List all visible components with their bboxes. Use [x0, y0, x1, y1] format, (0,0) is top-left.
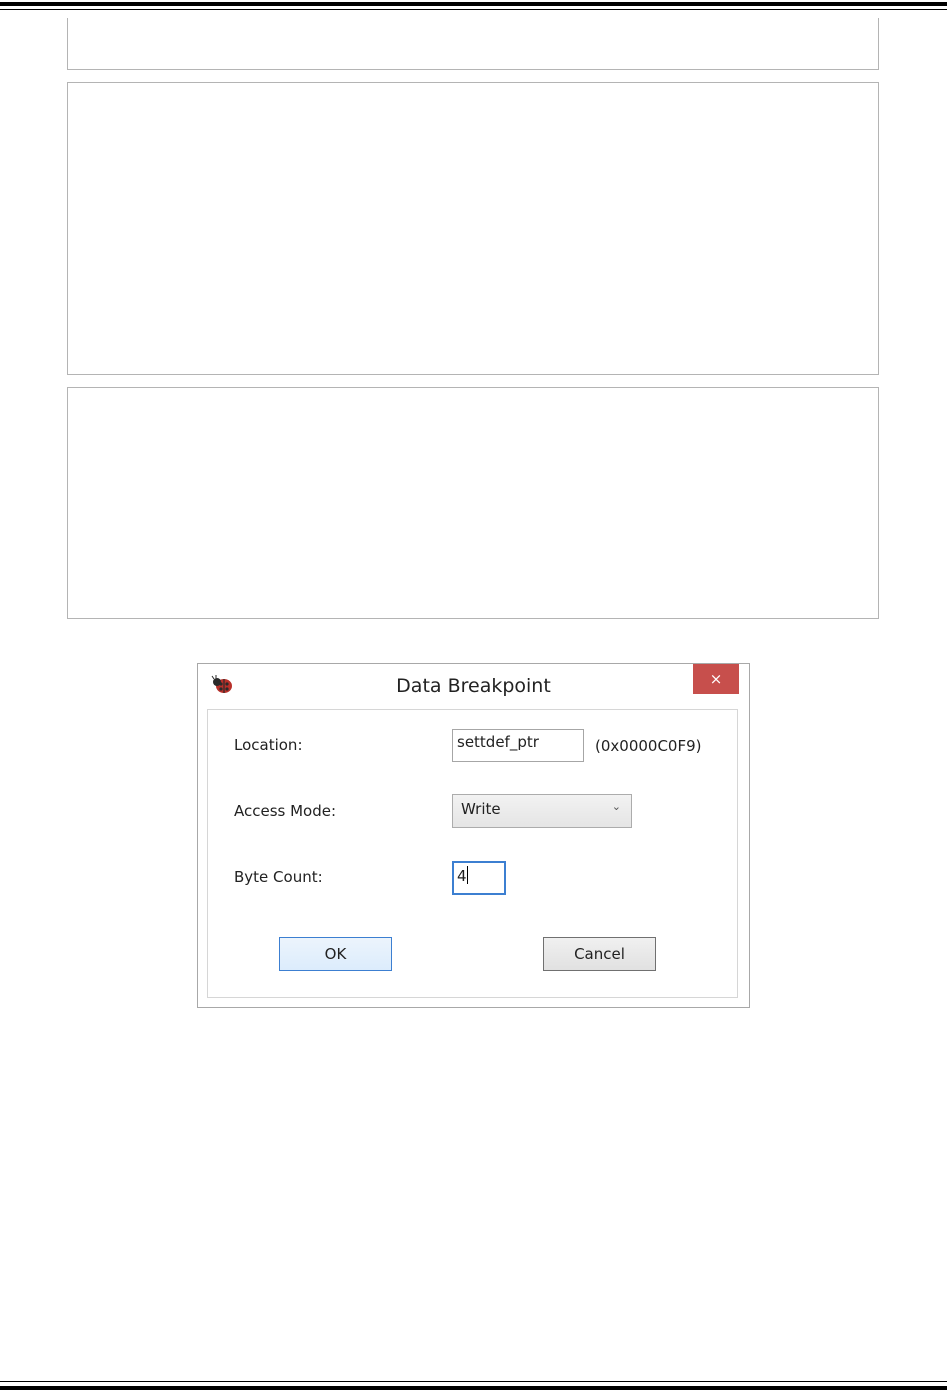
- byte-count-value: 4: [457, 867, 467, 885]
- top-rule-thin: [0, 9, 947, 10]
- location-address: (0x0000C0F9): [595, 737, 702, 755]
- dialog-body: Location: settdef_ptr (0x0000C0F9) Acces…: [207, 709, 738, 998]
- text-caret: [466, 866, 468, 884]
- location-input[interactable]: settdef_ptr: [452, 729, 584, 762]
- content-panel-3: [67, 387, 879, 619]
- cancel-button[interactable]: Cancel: [543, 937, 656, 971]
- bottom-rule-thick: [0, 1386, 947, 1390]
- dialog-title: Data Breakpoint: [396, 675, 551, 697]
- access-mode-value: Write: [461, 800, 501, 818]
- access-mode-select[interactable]: Write ⌄: [452, 794, 632, 828]
- chevron-down-icon: ⌄: [611, 800, 621, 813]
- content-panel-2: [67, 82, 879, 375]
- ok-button[interactable]: OK: [279, 937, 392, 971]
- access-mode-label: Access Mode:: [234, 802, 337, 820]
- close-button[interactable]: ×: [693, 664, 739, 694]
- close-icon: ×: [709, 670, 723, 688]
- byte-count-input[interactable]: 4: [452, 861, 506, 895]
- content-panel-1: [67, 18, 879, 70]
- byte-count-label: Byte Count:: [234, 868, 323, 886]
- dialog-titlebar[interactable]: Data Breakpoint ×: [198, 664, 749, 708]
- bottom-rule-thin: [0, 1381, 947, 1382]
- top-rule-thick: [0, 2, 947, 6]
- location-label: Location:: [234, 736, 303, 754]
- data-breakpoint-dialog: Data Breakpoint × Location: settdef_ptr …: [197, 663, 750, 1008]
